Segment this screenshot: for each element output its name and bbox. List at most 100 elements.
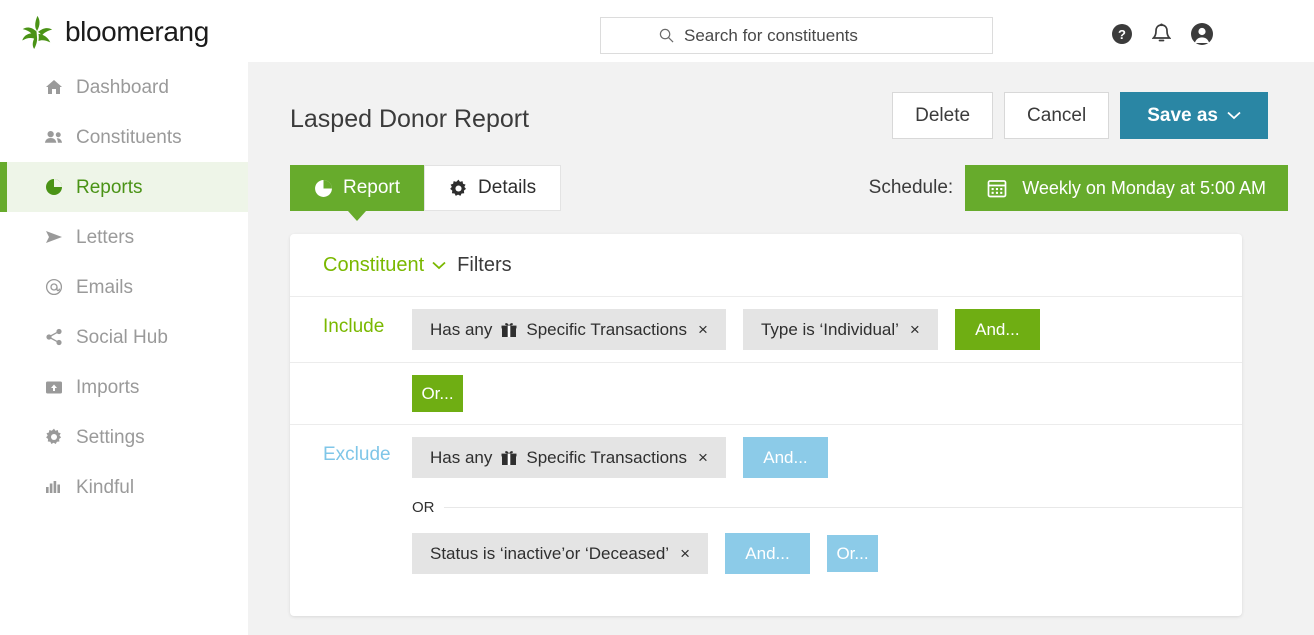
include-row: Include Has any Specific Transactions ×	[290, 296, 1242, 362]
delete-button[interactable]: Delete	[892, 92, 994, 139]
include-or-row: Or...	[290, 362, 1242, 424]
sidebar-item-label: Letters	[76, 226, 135, 248]
chip-remove-icon[interactable]: ×	[698, 320, 708, 340]
exclude-or-button[interactable]: Or...	[827, 535, 878, 572]
include-label: Include	[323, 316, 385, 337]
sidebar-item-label: Imports	[76, 376, 140, 398]
sidebar-item-reports[interactable]: Reports	[0, 162, 248, 212]
exclude-conditions: Has any Specific Transactions × And... O…	[412, 425, 1242, 586]
user-avatar-icon[interactable]	[1190, 22, 1214, 46]
svg-text:?: ?	[1118, 27, 1126, 42]
filter-chip[interactable]: Has any Specific Transactions ×	[412, 437, 726, 478]
or-separator-label: OR	[412, 499, 435, 516]
filter-chip[interactable]: Type is ‘Individual’ ×	[742, 309, 938, 350]
include-conditions: Has any Specific Transactions × Type is	[412, 297, 1242, 362]
gift-icon	[501, 322, 517, 337]
search-icon	[659, 28, 674, 43]
filter-panel-header: Constituent Filters	[290, 234, 1242, 296]
gear-icon	[44, 428, 63, 447]
bloomerang-logo-icon	[22, 15, 53, 50]
tab-row: Report Details Schedule: Weekly on Monda…	[290, 165, 1288, 221]
filters-heading: Filters	[457, 253, 512, 276]
exclude-row: Exclude Has any Specific Transactions × …	[290, 424, 1242, 586]
chip-remove-icon[interactable]: ×	[910, 320, 920, 340]
pie-chart-icon	[44, 178, 63, 197]
save-as-button[interactable]: Save as	[1120, 92, 1268, 139]
sidebar-item-label: Dashboard	[76, 76, 169, 98]
exclude-first-line: Has any Specific Transactions × And...	[412, 437, 828, 478]
gift-icon	[501, 450, 517, 465]
tab-report[interactable]: Report	[290, 165, 425, 221]
filter-chip[interactable]: Has any Specific Transactions ×	[412, 309, 726, 350]
tab-details[interactable]: Details	[424, 165, 562, 211]
exclude-and-button[interactable]: And...	[742, 437, 828, 478]
filter-panel: Constituent Filters Include Has any Spec…	[290, 234, 1242, 616]
or-separator-line	[443, 507, 1242, 508]
include-and-button[interactable]: And...	[954, 309, 1040, 350]
chip-remove-icon[interactable]: ×	[698, 448, 708, 468]
home-icon	[44, 78, 63, 97]
chevron-down-icon	[432, 261, 446, 269]
calendar-icon	[987, 180, 1007, 198]
cancel-button[interactable]: Cancel	[1004, 92, 1110, 139]
sidebar-item-label: Kindful	[76, 476, 135, 498]
include-or-spacer	[323, 363, 412, 382]
sidebar: Dashboard Constituents Reports Letters E…	[0, 62, 248, 635]
page-actions: Delete Cancel Save as	[892, 92, 1268, 139]
sidebar-item-dashboard[interactable]: Dashboard	[0, 62, 248, 112]
include-or-body: Or...	[412, 363, 1242, 424]
chevron-down-icon	[1227, 111, 1241, 120]
search-box[interactable]	[600, 17, 993, 54]
sidebar-item-settings[interactable]: Settings	[0, 412, 248, 462]
top-bar: bloomerang ?	[0, 0, 1314, 62]
page-title: Lasped Donor Report	[290, 104, 530, 133]
chip-text: Status is ‘inactive’or ‘Deceased’	[430, 543, 670, 563]
exclude-or-separator: OR	[412, 499, 1242, 516]
exclude-second-and-button[interactable]: And...	[725, 533, 810, 574]
sidebar-item-constituents[interactable]: Constituents	[0, 112, 248, 162]
exclude-or-line: Or...	[827, 535, 878, 572]
tab-list: Report Details	[290, 165, 562, 221]
schedule-label: Schedule:	[868, 177, 954, 198]
include-or-button[interactable]: Or...	[412, 375, 463, 412]
notifications-bell-icon[interactable]	[1152, 23, 1171, 45]
brand-name: bloomerang	[65, 16, 209, 47]
save-as-label: Save as	[1147, 104, 1218, 126]
pie-chart-icon	[315, 179, 332, 197]
chip-operator: Has any	[430, 319, 493, 339]
sidebar-item-label: Settings	[76, 426, 145, 448]
bloomerang-logo[interactable]: bloomerang	[18, 14, 209, 50]
gear-icon	[450, 179, 467, 196]
chip-detail: Specific Transactions	[526, 447, 688, 467]
chip-remove-icon[interactable]: ×	[680, 544, 690, 564]
chip-operator: Has any	[430, 447, 493, 467]
at-sign-icon	[44, 278, 63, 297]
filter-chip[interactable]: Status is ‘inactive’or ‘Deceased’ ×	[412, 533, 708, 574]
tab-label: Report	[343, 177, 401, 198]
bar-chart-icon	[44, 478, 63, 497]
help-icon[interactable]: ?	[1111, 23, 1133, 45]
main-content: Lasped Donor Report Delete Cancel Save a…	[248, 62, 1314, 635]
search-input[interactable]	[684, 25, 934, 46]
sidebar-item-imports[interactable]: Imports	[0, 362, 248, 412]
schedule-value: Weekly on Monday at 5:00 AM	[1022, 177, 1266, 198]
sidebar-item-social-hub[interactable]: Social Hub	[0, 312, 248, 362]
chip-detail: Specific Transactions	[526, 319, 688, 339]
sidebar-item-letters[interactable]: Letters	[0, 212, 248, 262]
share-icon	[44, 328, 63, 347]
tab-label: Details	[478, 177, 537, 198]
entity-label: Constituent	[323, 253, 425, 276]
exclude-label: Exclude	[323, 444, 391, 465]
schedule-area: Schedule: Weekly on Monday at 5:00 AM	[869, 165, 1288, 211]
app-root: bloomerang ?	[0, 0, 1314, 635]
schedule-button[interactable]: Weekly on Monday at 5:00 AM	[965, 165, 1288, 211]
exclude-second-line: Status is ‘inactive’or ‘Deceased’ × And.…	[412, 533, 810, 574]
sidebar-item-kindful[interactable]: Kindful	[0, 462, 248, 512]
page-header: Lasped Donor Report Delete Cancel Save a…	[290, 92, 1288, 146]
people-icon	[44, 128, 63, 147]
sidebar-item-label: Constituents	[76, 126, 182, 148]
sidebar-item-emails[interactable]: Emails	[0, 262, 248, 312]
sidebar-item-label: Emails	[76, 276, 134, 298]
chip-text: Type is ‘Individual’	[760, 319, 899, 339]
entity-selector[interactable]: Constituent	[323, 254, 446, 277]
